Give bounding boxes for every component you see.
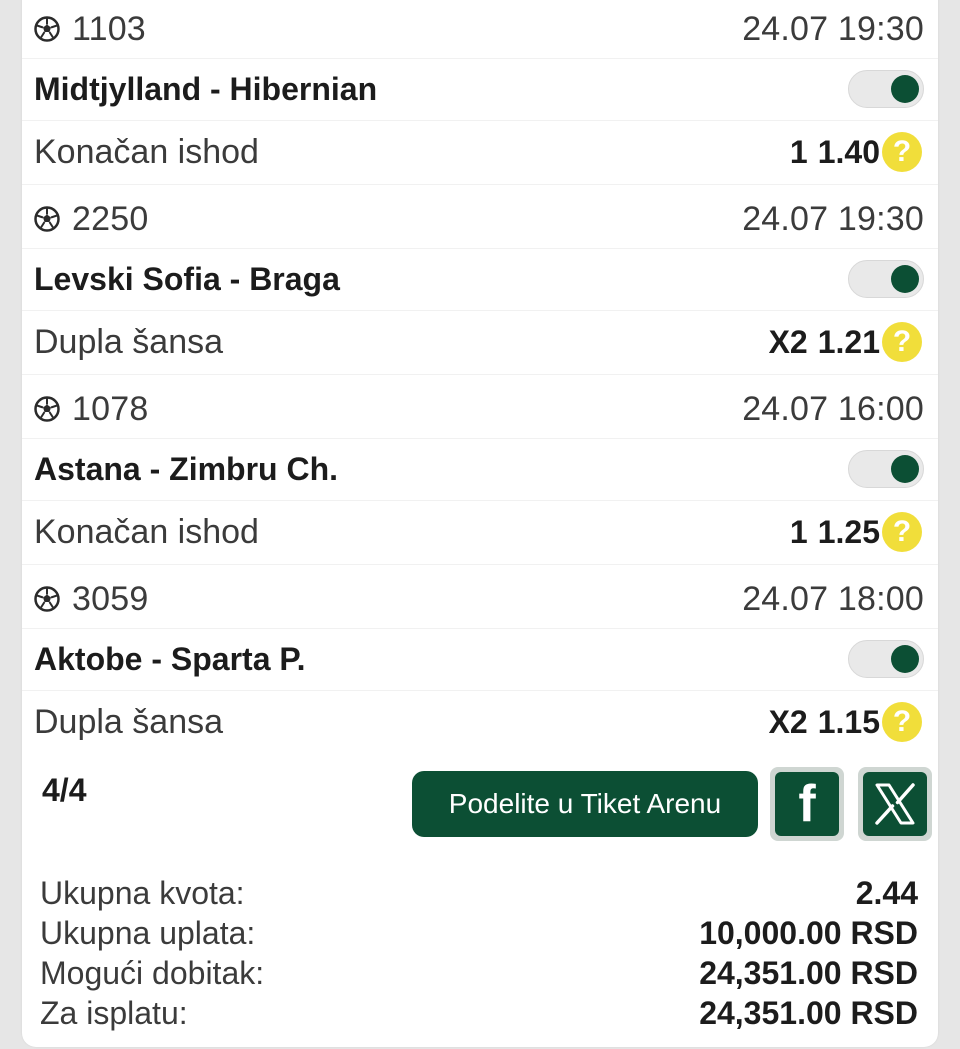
stake-row: Ukupna uplata: 10,000.00 RSD xyxy=(40,913,918,953)
soccer-ball-icon xyxy=(34,206,60,232)
match-toggle[interactable] xyxy=(848,260,924,298)
x-share-button[interactable] xyxy=(858,767,932,841)
share-tiket-arena-button[interactable]: Podelite u Tiket Arenu xyxy=(412,771,758,837)
bet-type: Dupla šansa xyxy=(34,322,224,361)
bet-odd: 1.21 xyxy=(817,323,880,360)
match-item: 1078 24.07 16:00 Astana - Zimbru Ch. Kon… xyxy=(22,380,938,570)
bet-type: Konačan ishod xyxy=(34,132,259,171)
match-toggle[interactable] xyxy=(848,450,924,488)
match-meta: 1078 24.07 16:00 xyxy=(22,380,938,438)
bet-row: Dupla šansa X2 1.15 ? xyxy=(22,690,938,754)
match-code: 2250 xyxy=(72,199,149,238)
bet-odd: 1.15 xyxy=(817,703,880,740)
match-teams-row: Midtjylland - Hibernian xyxy=(22,58,938,120)
match-item: 3059 24.07 18:00 Aktobe - Sparta P. Dupl… xyxy=(22,570,938,760)
bet-type: Konačan ishod xyxy=(34,512,259,551)
help-icon[interactable]: ? xyxy=(882,132,922,172)
bet-odd: 1.40 xyxy=(817,133,880,170)
bet-pick: X2 xyxy=(768,323,808,360)
stake-value: 10,000.00 RSD xyxy=(699,914,918,951)
soccer-ball-icon xyxy=(34,396,60,422)
match-teams: Aktobe - Sparta P. xyxy=(34,640,306,677)
match-date: 24.07 16:00 xyxy=(742,389,924,428)
x-logo-icon xyxy=(875,783,915,825)
match-date: 24.07 19:30 xyxy=(742,199,924,238)
match-toggle[interactable] xyxy=(848,640,924,678)
help-icon[interactable]: ? xyxy=(882,322,922,362)
ticket-card: 1103 24.07 19:30 Midtjylland - Hibernian… xyxy=(22,0,938,1047)
possible-win-label: Mogući dobitak: xyxy=(40,954,265,991)
total-odds-row: Ukupna kvota: 2.44 xyxy=(40,873,918,913)
stake-label: Ukupna uplata: xyxy=(40,914,256,951)
match-teams: Levski Sofia - Braga xyxy=(34,260,340,297)
match-meta: 2250 24.07 19:30 xyxy=(22,190,938,248)
facebook-share-button[interactable]: f xyxy=(770,767,844,841)
payout-value: 24,351.00 RSD xyxy=(699,994,918,1031)
help-icon[interactable]: ? xyxy=(882,512,922,552)
ticket-summary: Ukupna kvota: 2.44 Ukupna uplata: 10,000… xyxy=(40,873,918,1033)
help-icon[interactable]: ? xyxy=(882,702,922,742)
total-odds-label: Ukupna kvota: xyxy=(40,874,245,911)
match-item: 2250 24.07 19:30 Levski Sofia - Braga Du… xyxy=(22,190,938,380)
soccer-ball-icon xyxy=(34,586,60,612)
soccer-ball-icon xyxy=(34,16,60,42)
match-code: 1103 xyxy=(72,9,146,48)
match-item: 1103 24.07 19:30 Midtjylland - Hibernian… xyxy=(22,0,938,190)
match-teams-row: Levski Sofia - Braga xyxy=(22,248,938,310)
bet-pick: X2 xyxy=(768,703,808,740)
bet-row: Dupla šansa X2 1.21 ? xyxy=(22,310,938,374)
possible-win-value: 24,351.00 RSD xyxy=(699,954,918,991)
match-teams: Astana - Zimbru Ch. xyxy=(34,450,339,487)
match-meta: 3059 24.07 18:00 xyxy=(22,570,938,628)
selection-count: 4/4 xyxy=(42,772,87,808)
bet-row: Konačan ishod 1 1.25 ? xyxy=(22,500,938,564)
match-code: 3059 xyxy=(72,579,149,618)
bet-row: Konačan ishod 1 1.40 ? xyxy=(22,120,938,184)
payout-row: Za isplatu: 24,351.00 RSD xyxy=(40,993,918,1033)
match-code: 1078 xyxy=(72,389,149,428)
bet-type: Dupla šansa xyxy=(34,702,224,741)
bet-pick: 1 xyxy=(789,133,808,170)
match-date: 24.07 18:00 xyxy=(742,579,924,618)
possible-win-row: Mogući dobitak: 24,351.00 RSD xyxy=(40,953,918,993)
match-teams-row: Aktobe - Sparta P. xyxy=(22,628,938,690)
facebook-icon: f xyxy=(798,775,816,833)
bet-pick: 1 xyxy=(789,513,808,550)
match-teams-row: Astana - Zimbru Ch. xyxy=(22,438,938,500)
bet-odd: 1.25 xyxy=(817,513,880,550)
match-meta: 1103 24.07 19:30 xyxy=(22,0,938,58)
match-toggle[interactable] xyxy=(848,70,924,108)
total-odds-value: 2.44 xyxy=(855,874,918,911)
match-teams: Midtjylland - Hibernian xyxy=(34,70,378,107)
payout-label: Za isplatu: xyxy=(40,994,188,1031)
match-date: 24.07 19:30 xyxy=(742,9,924,48)
